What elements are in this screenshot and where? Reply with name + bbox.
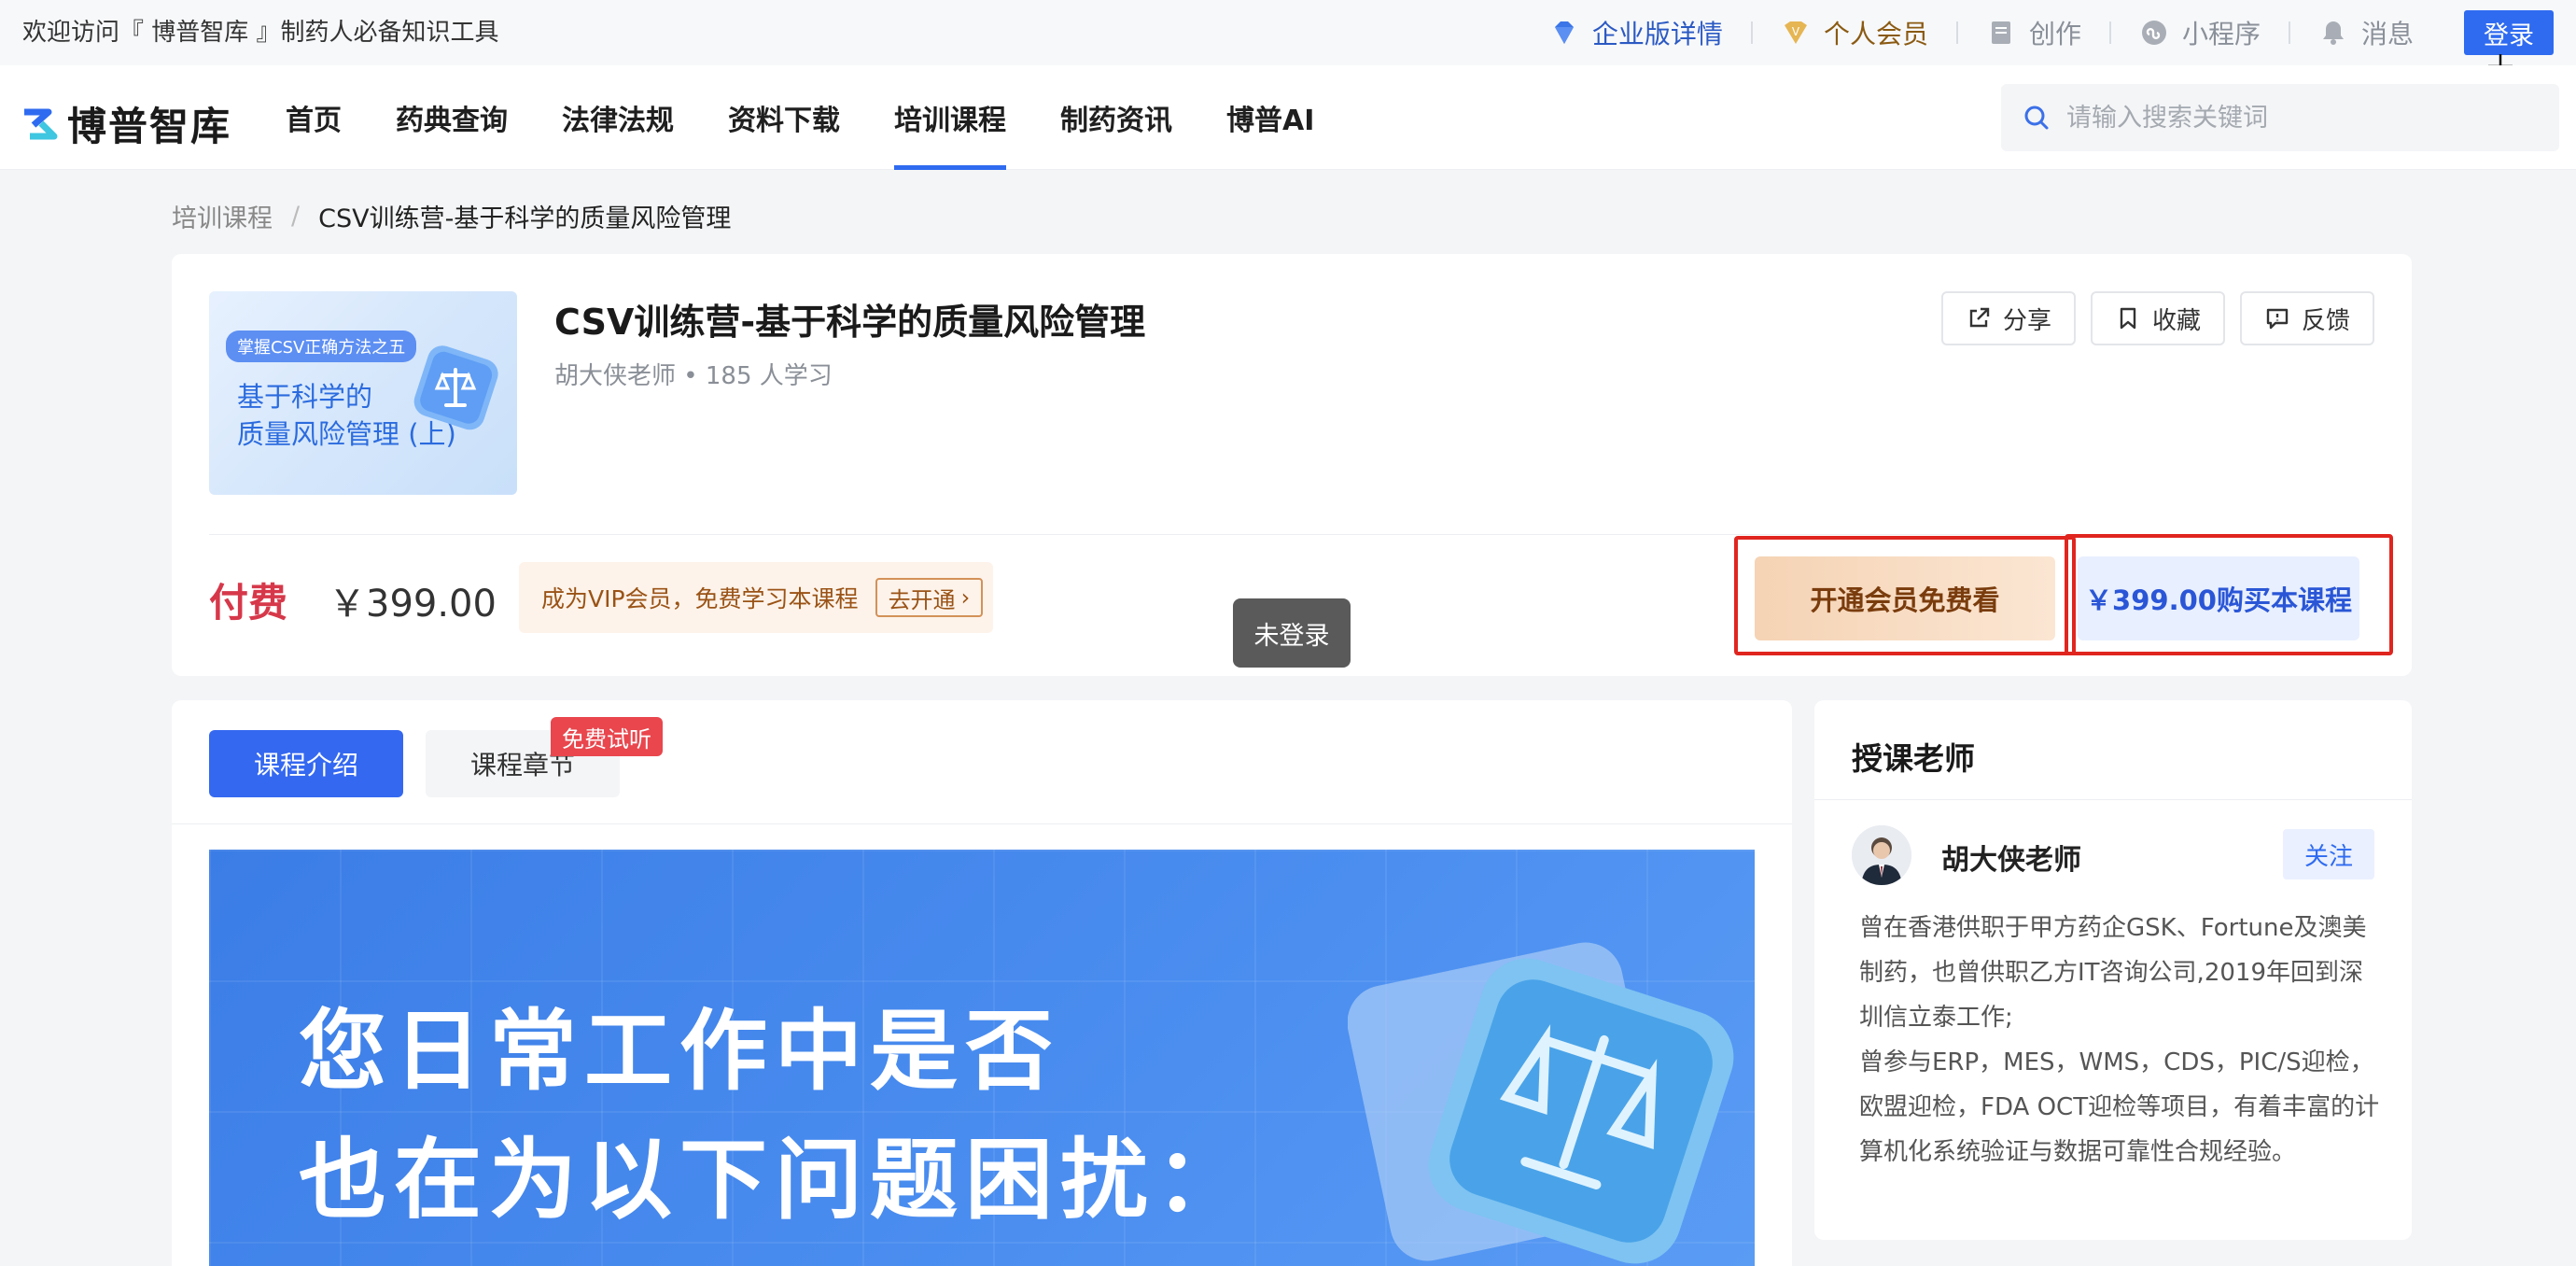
main-navbar: 博普智库 首页 药典查询 法律法规 资料下载 培训课程 制药资讯 博普AI bbox=[0, 65, 2576, 170]
divider bbox=[2288, 21, 2290, 44]
teacher-bio-paragraph: 曾参与ERP，MES，WMS，CDS，PIC/S迎检，欧盟迎检，FDA OCT迎… bbox=[1859, 1048, 2380, 1166]
thumbnail-title-line1: 基于科学的 bbox=[237, 381, 373, 413]
share-icon bbox=[1969, 307, 1990, 328]
document-edit-icon bbox=[1991, 21, 2010, 44]
thumbnail-tag: 掌握CSV正确方法之五 bbox=[226, 331, 417, 362]
breadcrumb-training-link[interactable]: 培训课程 bbox=[172, 198, 273, 234]
breadcrumb: 培训课程 / CSV训练营-基于科学的质量风险管理 bbox=[172, 198, 731, 234]
nav-training[interactable]: 培训课程 bbox=[894, 65, 1006, 170]
nav-laws[interactable]: 法律法规 bbox=[562, 65, 674, 170]
vip-promo-text: 成为VIP会员，免费学习本课程 bbox=[541, 585, 859, 612]
banner-heading-line1: 您日常工作中是否 bbox=[299, 1001, 1061, 1103]
vip-promo-banner: 成为VIP会员，免费学习本课程 去开通 › bbox=[519, 562, 993, 633]
enterprise-label: 企业版详情 bbox=[1591, 19, 1723, 49]
teacher-name: 胡大侠老师 bbox=[1941, 844, 2081, 877]
teacher-card-heading: 授课老师 bbox=[1852, 740, 1975, 777]
teacher-card-divider bbox=[1814, 799, 2412, 800]
favorite-button[interactable]: 收藏 bbox=[2090, 291, 2225, 345]
divider bbox=[1750, 21, 1753, 44]
tabs-divider bbox=[172, 823, 1792, 824]
teacher-bio: 曾在香港供职于甲方药企GSK、Fortune及澳美制药，也曾供职乙方IT咨询公司… bbox=[1859, 906, 2382, 1175]
course-price: ￥399.00 bbox=[329, 583, 497, 626]
share-button[interactable]: 分享 bbox=[1940, 291, 2076, 345]
course-meta: 胡大侠老师 • 185 人学习 bbox=[554, 362, 833, 390]
logo-icon bbox=[24, 108, 58, 139]
miniprogram-label: 小程序 bbox=[2181, 19, 2261, 49]
bell-icon bbox=[2322, 21, 2344, 45]
card-divider bbox=[209, 534, 2374, 535]
create-label: 创作 bbox=[2028, 19, 2081, 49]
feedback-label: 反馈 bbox=[2301, 306, 2350, 335]
breadcrumb-current: CSV训练营-基于科学的质量风险管理 bbox=[318, 204, 732, 233]
personal-member-link[interactable]: V 个人会员 bbox=[1781, 14, 1928, 51]
feedback-button[interactable]: 反馈 bbox=[2239, 291, 2374, 345]
balance-scale-icon bbox=[1348, 942, 1734, 1264]
not-logged-in-tooltip: 未登录 bbox=[1233, 598, 1351, 668]
nav-downloads[interactable]: 资料下载 bbox=[728, 65, 840, 170]
nav-home[interactable]: 首页 bbox=[286, 65, 342, 170]
share-label: 分享 bbox=[2002, 306, 2051, 335]
enterprise-link[interactable]: 企业版详情 bbox=[1549, 14, 1723, 51]
course-title: CSV训练营-基于科学的质量风险管理 bbox=[554, 302, 1146, 343]
course-content-card: 课程介绍 课程章节 免费试听 您日常工作中是否 也在为以下问题困扰： bbox=[172, 700, 1792, 1266]
top-utility-bar: 欢迎访问『 博普智库 』制药人必备知识工具 企业版详情 V 个人会员 创作 小程… bbox=[0, 0, 2576, 65]
teacher-avatar[interactable] bbox=[1852, 825, 1911, 885]
course-intro-banner: 您日常工作中是否 也在为以下问题困扰： bbox=[209, 850, 1755, 1266]
price-type-label: 付费 bbox=[209, 580, 288, 626]
site-logo[interactable]: 博普智库 bbox=[21, 95, 231, 152]
divider bbox=[1955, 21, 1958, 44]
login-button[interactable]: 登录 bbox=[2464, 10, 2554, 55]
course-actions: 分享 收藏 反馈 bbox=[1926, 291, 2374, 345]
svg-text:V: V bbox=[1792, 25, 1800, 38]
message-link[interactable]: 消息 bbox=[2318, 14, 2414, 51]
buy-course-button[interactable]: ￥399.00购买本课程 bbox=[2078, 556, 2359, 640]
message-label: 消息 bbox=[2360, 19, 2414, 49]
free-trial-badge: 免费试听 bbox=[551, 717, 663, 756]
brand-name: 博普智库 bbox=[67, 104, 232, 149]
bookmark-icon bbox=[2120, 307, 2136, 330]
nav-news[interactable]: 制药资讯 bbox=[1060, 65, 1172, 170]
tab-course-intro[interactable]: 课程介绍 bbox=[209, 730, 403, 797]
create-link[interactable]: 创作 bbox=[1986, 14, 2081, 51]
welcome-text: 欢迎访问『 博普智库 』制药人必备知识工具 bbox=[22, 19, 499, 47]
search-input[interactable] bbox=[2066, 103, 2533, 133]
diamond-icon bbox=[1554, 21, 1574, 44]
course-thumbnail: 掌握CSV正确方法之五 基于科学的 质量风险管理 (上) bbox=[209, 291, 517, 495]
banner-heading-line2: 也在为以下问题困扰： bbox=[299, 1130, 1252, 1231]
follow-button[interactable]: 关注 bbox=[2283, 829, 2374, 879]
person-icon bbox=[1852, 825, 1911, 885]
feedback-icon bbox=[2266, 308, 2289, 330]
breadcrumb-separator: / bbox=[291, 202, 301, 231]
vip-open-label: 去开通 bbox=[888, 586, 956, 613]
vip-badge-icon: V bbox=[1784, 21, 1807, 44]
member-label: 个人会员 bbox=[1823, 19, 1928, 49]
teacher-bio-paragraph: 曾在香港供职于甲方药企GSK、Fortune及澳美制药，也曾供职乙方IT咨询公司… bbox=[1859, 914, 2367, 1032]
miniprogram-icon bbox=[2141, 21, 2166, 45]
search-icon bbox=[2024, 106, 2049, 130]
vip-open-link[interactable]: 去开通 › bbox=[875, 578, 984, 617]
search-box bbox=[2001, 84, 2559, 151]
chevron-right-icon: › bbox=[960, 584, 971, 611]
divider bbox=[2108, 21, 2111, 44]
nav-pharmacopoeia[interactable]: 药典查询 bbox=[396, 65, 508, 170]
teacher-card: 授课老师 胡大侠老师 关注 曾在香港供职于甲方药企GSK、Fortune及澳美制… bbox=[1814, 700, 2412, 1240]
nav-ai[interactable]: 博普AI bbox=[1226, 65, 1314, 170]
scale-icon bbox=[413, 345, 498, 430]
favorite-label: 收藏 bbox=[2151, 306, 2201, 335]
open-membership-button[interactable]: 开通会员免费看 bbox=[1755, 556, 2055, 640]
nav-menu: 首页 药典查询 法律法规 资料下载 培训课程 制药资讯 博普AI bbox=[286, 65, 1368, 170]
miniprogram-link[interactable]: 小程序 bbox=[2139, 14, 2261, 51]
top-links: 企业版详情 V 个人会员 创作 小程序 消息 登录 bbox=[1549, 0, 2576, 65]
